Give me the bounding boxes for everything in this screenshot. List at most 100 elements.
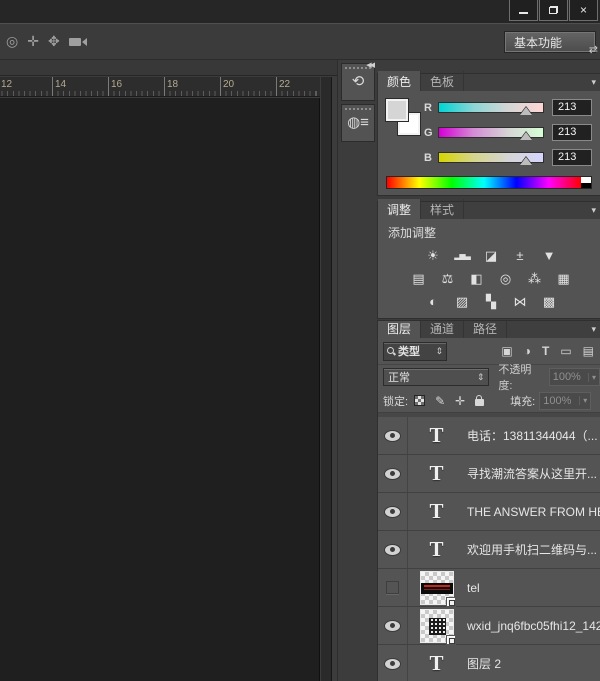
eye-icon[interactable] bbox=[385, 659, 400, 669]
visibility-cell[interactable] bbox=[378, 455, 408, 492]
filter-kind-dropdown[interactable]: 类型 ⇕ bbox=[383, 342, 447, 361]
lock-label: 锁定: bbox=[383, 393, 408, 409]
filter-pixel-layers-icon[interactable]: ▣ bbox=[501, 344, 512, 358]
blue-value-input[interactable]: 213 bbox=[552, 149, 592, 166]
camera-3d-icon[interactable] bbox=[69, 38, 81, 46]
eye-icon[interactable] bbox=[385, 507, 400, 517]
eye-icon[interactable] bbox=[385, 545, 400, 555]
layer-row-slogan-text[interactable]: T 寻找潮流答案从这里开... bbox=[378, 455, 600, 493]
tab-adjustments[interactable]: 调整 bbox=[378, 199, 421, 219]
color-spectrum-ramp[interactable] bbox=[386, 176, 592, 189]
color-balance-icon[interactable]: ⚖ bbox=[437, 270, 459, 287]
opacity-input[interactable]: 100% ▾ bbox=[549, 368, 600, 386]
spectrum-gradient[interactable] bbox=[387, 177, 581, 188]
channel-mixer-icon[interactable]: ⁂ bbox=[524, 270, 546, 287]
blend-mode-dropdown[interactable]: 正常 ⇕ bbox=[383, 368, 489, 386]
layer-name[interactable]: 电话：13811344044（... bbox=[465, 427, 598, 444]
properties-panel-button[interactable]: ◍≡ bbox=[341, 104, 375, 142]
eye-toggle-empty[interactable] bbox=[386, 581, 399, 594]
curves-icon[interactable]: ◪ bbox=[480, 247, 502, 264]
black-white-icon[interactable]: ◧ bbox=[466, 270, 488, 287]
red-value-input[interactable]: 213 bbox=[552, 99, 592, 116]
invert-icon[interactable]: ◐ bbox=[422, 293, 444, 310]
layer-name[interactable]: 寻找潮流答案从这里开... bbox=[465, 465, 597, 482]
exposure-icon[interactable]: ± bbox=[509, 247, 531, 264]
gradient-map-icon[interactable]: ⋈ bbox=[509, 293, 531, 310]
panel-menu-icon[interactable]: ▾ bbox=[591, 205, 596, 216]
vibrance-icon[interactable]: ▼ bbox=[538, 247, 560, 264]
layer-name[interactable]: wxid_jnq6fbc05fhi12_142... bbox=[465, 619, 600, 633]
foreground-color-swatch[interactable] bbox=[386, 99, 408, 121]
layer-name[interactable]: THE ANSWER FROM HERE bbox=[465, 505, 600, 519]
blue-slider-thumb[interactable] bbox=[520, 157, 532, 165]
minimize-button[interactable] bbox=[509, 0, 538, 21]
lock-all-icon[interactable] bbox=[475, 399, 484, 406]
vertical-scrollbar[interactable] bbox=[321, 77, 332, 681]
brightness-contrast-icon[interactable]: ☀ bbox=[422, 247, 444, 264]
qr-code-thumbnail bbox=[429, 618, 446, 635]
visibility-cell[interactable] bbox=[378, 607, 408, 644]
visibility-cell[interactable] bbox=[378, 493, 408, 530]
threshold-icon[interactable]: ▚ bbox=[480, 293, 502, 310]
layer-row-layer2-text[interactable]: T 图层 2 bbox=[378, 645, 600, 681]
panel-menu-icon[interactable]: ▾ bbox=[591, 324, 596, 335]
fill-input[interactable]: 100% ▾ bbox=[539, 392, 591, 410]
color-swatches bbox=[386, 99, 424, 143]
lock-position-icon[interactable]: ✛ bbox=[455, 394, 465, 408]
visibility-cell[interactable] bbox=[378, 645, 408, 681]
close-button[interactable]: × bbox=[569, 0, 598, 21]
red-slider[interactable] bbox=[438, 102, 544, 113]
visibility-cell[interactable] bbox=[378, 417, 408, 454]
tab-channels[interactable]: 通道 bbox=[421, 321, 464, 338]
levels-icon[interactable]: ▂▅▃ bbox=[451, 247, 473, 264]
layer-name[interactable]: tel bbox=[465, 581, 480, 595]
layer-thumbnail[interactable] bbox=[420, 571, 454, 605]
green-value-input[interactable]: 213 bbox=[552, 124, 592, 141]
pan-3d-icon[interactable]: ✛ bbox=[27, 33, 39, 50]
filter-type-layers-icon[interactable]: T bbox=[542, 344, 549, 358]
blue-slider[interactable] bbox=[438, 152, 544, 163]
filter-smart-objects-icon[interactable]: ▤ bbox=[583, 344, 594, 358]
eye-icon[interactable] bbox=[385, 431, 400, 441]
panel-menu-icon[interactable]: ▾ bbox=[591, 77, 596, 88]
green-slider-thumb[interactable] bbox=[520, 132, 532, 140]
layer-row-tel-image[interactable]: tel bbox=[378, 569, 600, 607]
layer-name[interactable]: 欢迎用手机扫二维码与... bbox=[465, 541, 597, 558]
layer-thumbnail[interactable] bbox=[420, 609, 454, 643]
eye-icon[interactable] bbox=[385, 621, 400, 631]
red-slider-thumb[interactable] bbox=[520, 107, 532, 115]
photo-filter-icon[interactable]: ◎ bbox=[495, 270, 517, 287]
blend-mode-row: 正常 ⇕ 不透明度: 100% ▾ bbox=[378, 365, 600, 389]
move-3d-icon[interactable]: ✥ bbox=[48, 33, 60, 50]
selective-color-icon[interactable]: ▩ bbox=[538, 293, 560, 310]
layer-name[interactable]: 图层 2 bbox=[465, 655, 501, 672]
filter-kind-label: 类型 bbox=[398, 343, 435, 359]
visibility-cell[interactable] bbox=[378, 569, 408, 606]
visibility-cell[interactable] bbox=[378, 531, 408, 568]
green-slider[interactable] bbox=[438, 127, 544, 138]
workspace-switcher-button[interactable]: 基本功能 ⇄ bbox=[505, 32, 595, 52]
layer-row-answer-text[interactable]: T THE ANSWER FROM HERE bbox=[378, 493, 600, 531]
filter-adjustment-layers-icon[interactable]: ◑ bbox=[524, 344, 531, 358]
tab-swatches[interactable]: 色板 bbox=[421, 71, 464, 91]
restore-button[interactable] bbox=[539, 0, 568, 21]
layer-row-welcome-text[interactable]: T 欢迎用手机扫二维码与... bbox=[378, 531, 600, 569]
fill-value: 100% bbox=[543, 395, 579, 407]
eye-icon[interactable] bbox=[385, 469, 400, 479]
layer-row-wxid-image[interactable]: wxid_jnq6fbc05fhi12_142... bbox=[378, 607, 600, 645]
canvas[interactable] bbox=[0, 98, 320, 681]
lock-paint-icon[interactable]: ✎ bbox=[435, 394, 445, 408]
spectrum-bw-ends[interactable] bbox=[581, 177, 591, 188]
tab-layers[interactable]: 图层 bbox=[378, 321, 421, 338]
lock-transparency-icon[interactable] bbox=[414, 395, 425, 406]
tab-color[interactable]: 颜色 bbox=[378, 71, 421, 91]
tab-paths[interactable]: 路径 bbox=[464, 321, 507, 338]
filter-shape-layers-icon[interactable]: ▭ bbox=[560, 344, 571, 358]
color-lookup-icon[interactable]: ▦ bbox=[553, 270, 575, 287]
posterize-icon[interactable]: ▨ bbox=[451, 293, 473, 310]
tab-styles[interactable]: 样式 bbox=[421, 199, 464, 219]
layer-row-phone-text[interactable]: T 电话：13811344044（... bbox=[378, 417, 600, 455]
orbit-3d-icon[interactable]: ◎ bbox=[6, 33, 18, 50]
hue-saturation-icon[interactable]: ▤ bbox=[408, 270, 430, 287]
expand-panels-icon[interactable]: ◀◀ bbox=[366, 61, 373, 69]
